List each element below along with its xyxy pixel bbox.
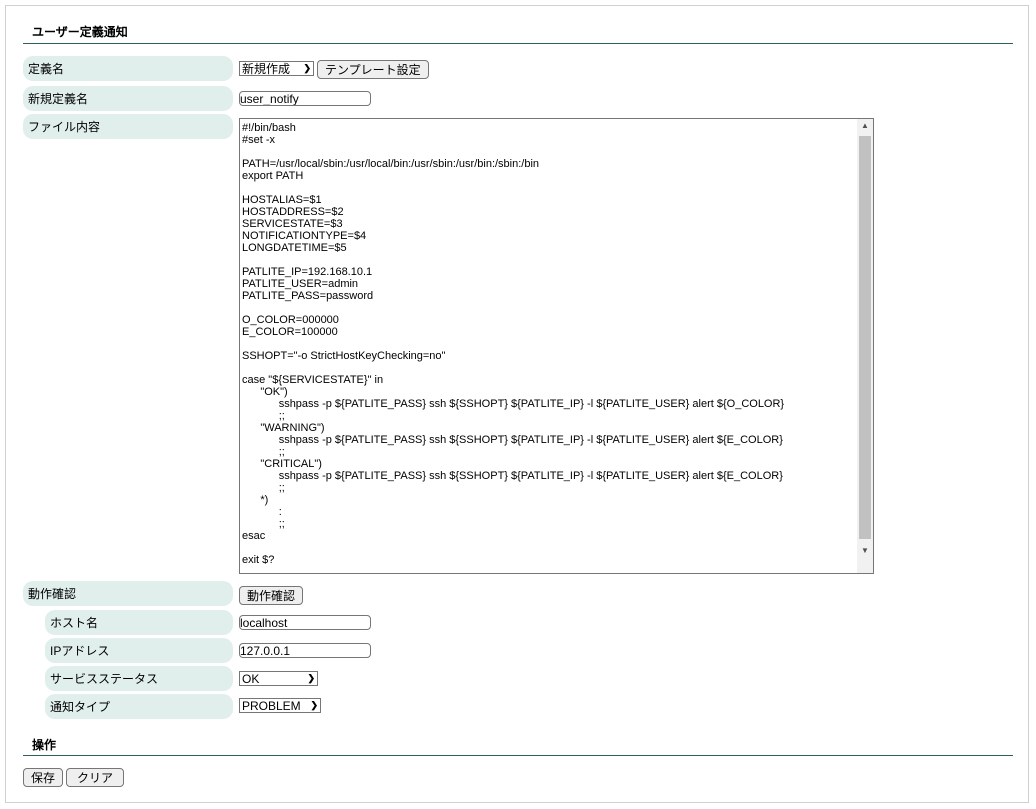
scroll-up-icon[interactable]: ▲ [857,121,873,130]
label-host: ホスト名 [45,610,233,635]
label-test: 動作確認 [23,581,233,606]
scrollbar-thumb[interactable] [859,136,871,539]
ip-input[interactable] [239,643,371,658]
title-divider [23,43,1013,44]
notify-type-select[interactable]: PROBLEM ❯ [239,698,321,713]
def-name-select[interactable]: 新規作成 ❯ [239,61,314,76]
new-def-name-input[interactable] [239,91,371,106]
scrollbar[interactable]: ▲ ▼ [857,119,873,573]
notify-type-value: PROBLEM [242,698,301,713]
template-settings-button[interactable]: テンプレート設定 [317,60,429,79]
label-notify-type: 通知タイプ [45,694,233,719]
def-name-value: 新規作成 [242,62,291,76]
service-status-value: OK [242,671,260,686]
service-status-select[interactable]: OK ❯ [239,671,318,686]
actions-heading: 操作 [32,738,57,752]
scroll-down-icon[interactable]: ▼ [857,546,873,555]
actions-divider [23,755,1013,756]
save-button[interactable]: 保存 [23,768,64,787]
label-service-status: サービスステータス [45,666,233,691]
test-button[interactable]: 動作確認 [239,586,304,605]
label-ip: IPアドレス [45,638,233,663]
file-content-text[interactable]: #!/bin/bash #set -x PATH=/usr/local/sbin… [240,119,857,573]
clear-button[interactable]: クリア [66,768,125,787]
label-file-content: ファイル内容 [23,114,233,139]
host-input[interactable] [239,615,371,630]
file-content-textarea[interactable]: #!/bin/bash #set -x PATH=/usr/local/sbin… [239,118,874,574]
chevron-down-icon: ❯ [310,700,318,710]
chevron-down-icon: ❯ [307,673,315,683]
chevron-down-icon: ❯ [303,63,311,73]
label-def-name: 定義名 [23,56,233,81]
label-new-def-name: 新規定義名 [23,86,233,111]
page-title: ユーザー定義通知 [32,25,128,39]
